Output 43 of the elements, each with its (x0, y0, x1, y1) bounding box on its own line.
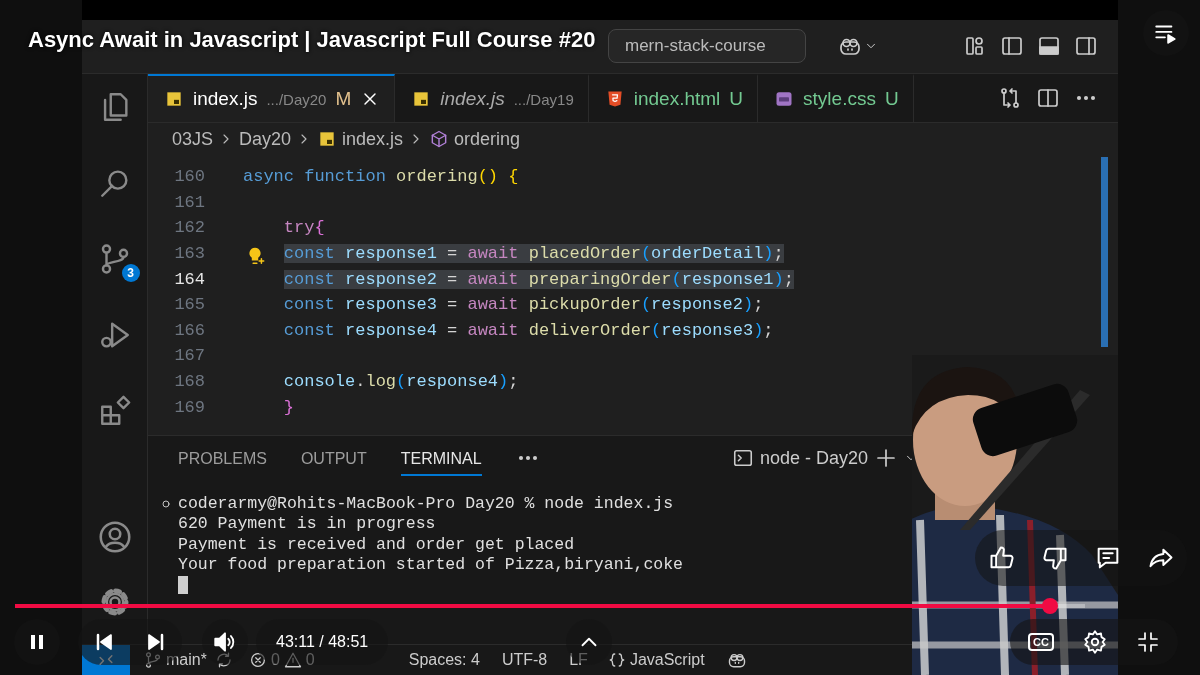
line-number: 161 (173, 192, 205, 212)
breadcrumb-item[interactable]: 03JS (172, 128, 214, 150)
line-number: 166 (173, 320, 205, 340)
breadcrumb-item[interactable]: index.js (342, 128, 404, 150)
terminal-line: 620 Payment is in progress (178, 514, 436, 535)
code-line: console.log(response4); (283, 372, 519, 392)
panel-tab[interactable]: PROBLEMS (178, 440, 267, 476)
code-line: const response3 = await pickupOrder(response2); (283, 295, 764, 315)
count-badge: 3 (121, 264, 140, 282)
code-line: const response4 = await deliverOrder(response3); (283, 320, 774, 340)
terminal-name[interactable]: node - Day20 (759, 447, 868, 469)
git-status-letter: M (335, 88, 352, 110)
status-item[interactable]: UTF-8 (501, 651, 548, 669)
line-number: 169 (173, 397, 205, 417)
code-line: try{ (283, 218, 325, 238)
search-field[interactable]: mern-stack-course (608, 28, 806, 63)
panel-tab[interactable]: TERMINAL (400, 440, 482, 476)
line-number: 160 (173, 167, 205, 187)
branch-name[interactable]: main* (166, 651, 207, 669)
git-status-letter: U (729, 88, 744, 110)
line-number: 165 (173, 295, 205, 315)
editor-tab[interactable]: index.html U (588, 74, 759, 122)
terminal-line: Payment is received and order get placed (178, 534, 575, 555)
git-status-letter: U (884, 88, 899, 110)
video-title: Async Await in Javascript | Javascript Full Course #20 (28, 27, 596, 53)
language-mode[interactable]: JavaScript (629, 651, 705, 669)
line-number: 163 (173, 244, 205, 264)
line-number: 162 (173, 218, 205, 238)
captions-button[interactable]: CC (1014, 619, 1068, 665)
status-item[interactable]: Spaces: 4 (408, 651, 480, 669)
panel-tab[interactable]: OUTPUT (300, 440, 367, 476)
editor-tab[interactable]: index.js .../Day20 M (148, 74, 396, 122)
editor-tab[interactable]: index.js .../Day19 (395, 74, 589, 122)
code-line: async function ordering() { (243, 167, 519, 187)
line-number: 164 (173, 269, 205, 289)
code-line: } (283, 397, 294, 417)
terminal-line: Your food preparation started of Pizza,biryani,coke (178, 554, 683, 576)
breadcrumb-item[interactable]: Day20 (239, 128, 292, 150)
breadcrumb-item[interactable]: ordering (454, 128, 521, 150)
terminal-line: coderarmy@Rohits-MacBook-Pro Day20 % node index.js (178, 494, 674, 515)
editor-tab[interactable]: style.css U (758, 74, 914, 122)
line-number: 167 (173, 346, 205, 366)
line-number: 168 (173, 372, 205, 392)
